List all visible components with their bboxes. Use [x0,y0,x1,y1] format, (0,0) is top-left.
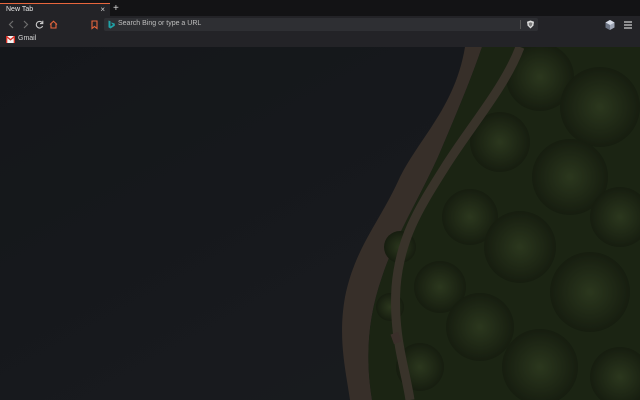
reload-icon[interactable] [34,19,45,30]
forward-icon[interactable] [20,19,31,30]
gmail-icon [6,36,15,43]
bookmark-label: Gmail [18,35,37,42]
omnibox[interactable]: Search Bing or type a URL [104,18,538,31]
bookmark-icon[interactable] [89,19,100,30]
aerial-lake-forest-wallpaper [0,47,640,400]
brave-rewards-icon[interactable] [604,19,616,31]
bing-icon [108,20,115,29]
new-tab-page [0,47,640,400]
omnibox-placeholder: Search Bing or type a URL [118,20,202,27]
brave-shield-icon[interactable] [526,20,535,29]
tab-title: New Tab [6,6,34,13]
tab-close-icon[interactable]: × [100,5,105,14]
app-menu-icon[interactable] [622,19,634,31]
new-tab-button[interactable]: + [113,4,119,14]
tab-strip: New Tab × + [0,0,640,17]
bookmarks-bar: Gmail [0,33,640,47]
tab-new-tab[interactable]: New Tab × [0,3,110,17]
home-icon[interactable] [48,19,59,30]
omnibox-divider [520,20,521,29]
back-icon[interactable] [6,19,17,30]
